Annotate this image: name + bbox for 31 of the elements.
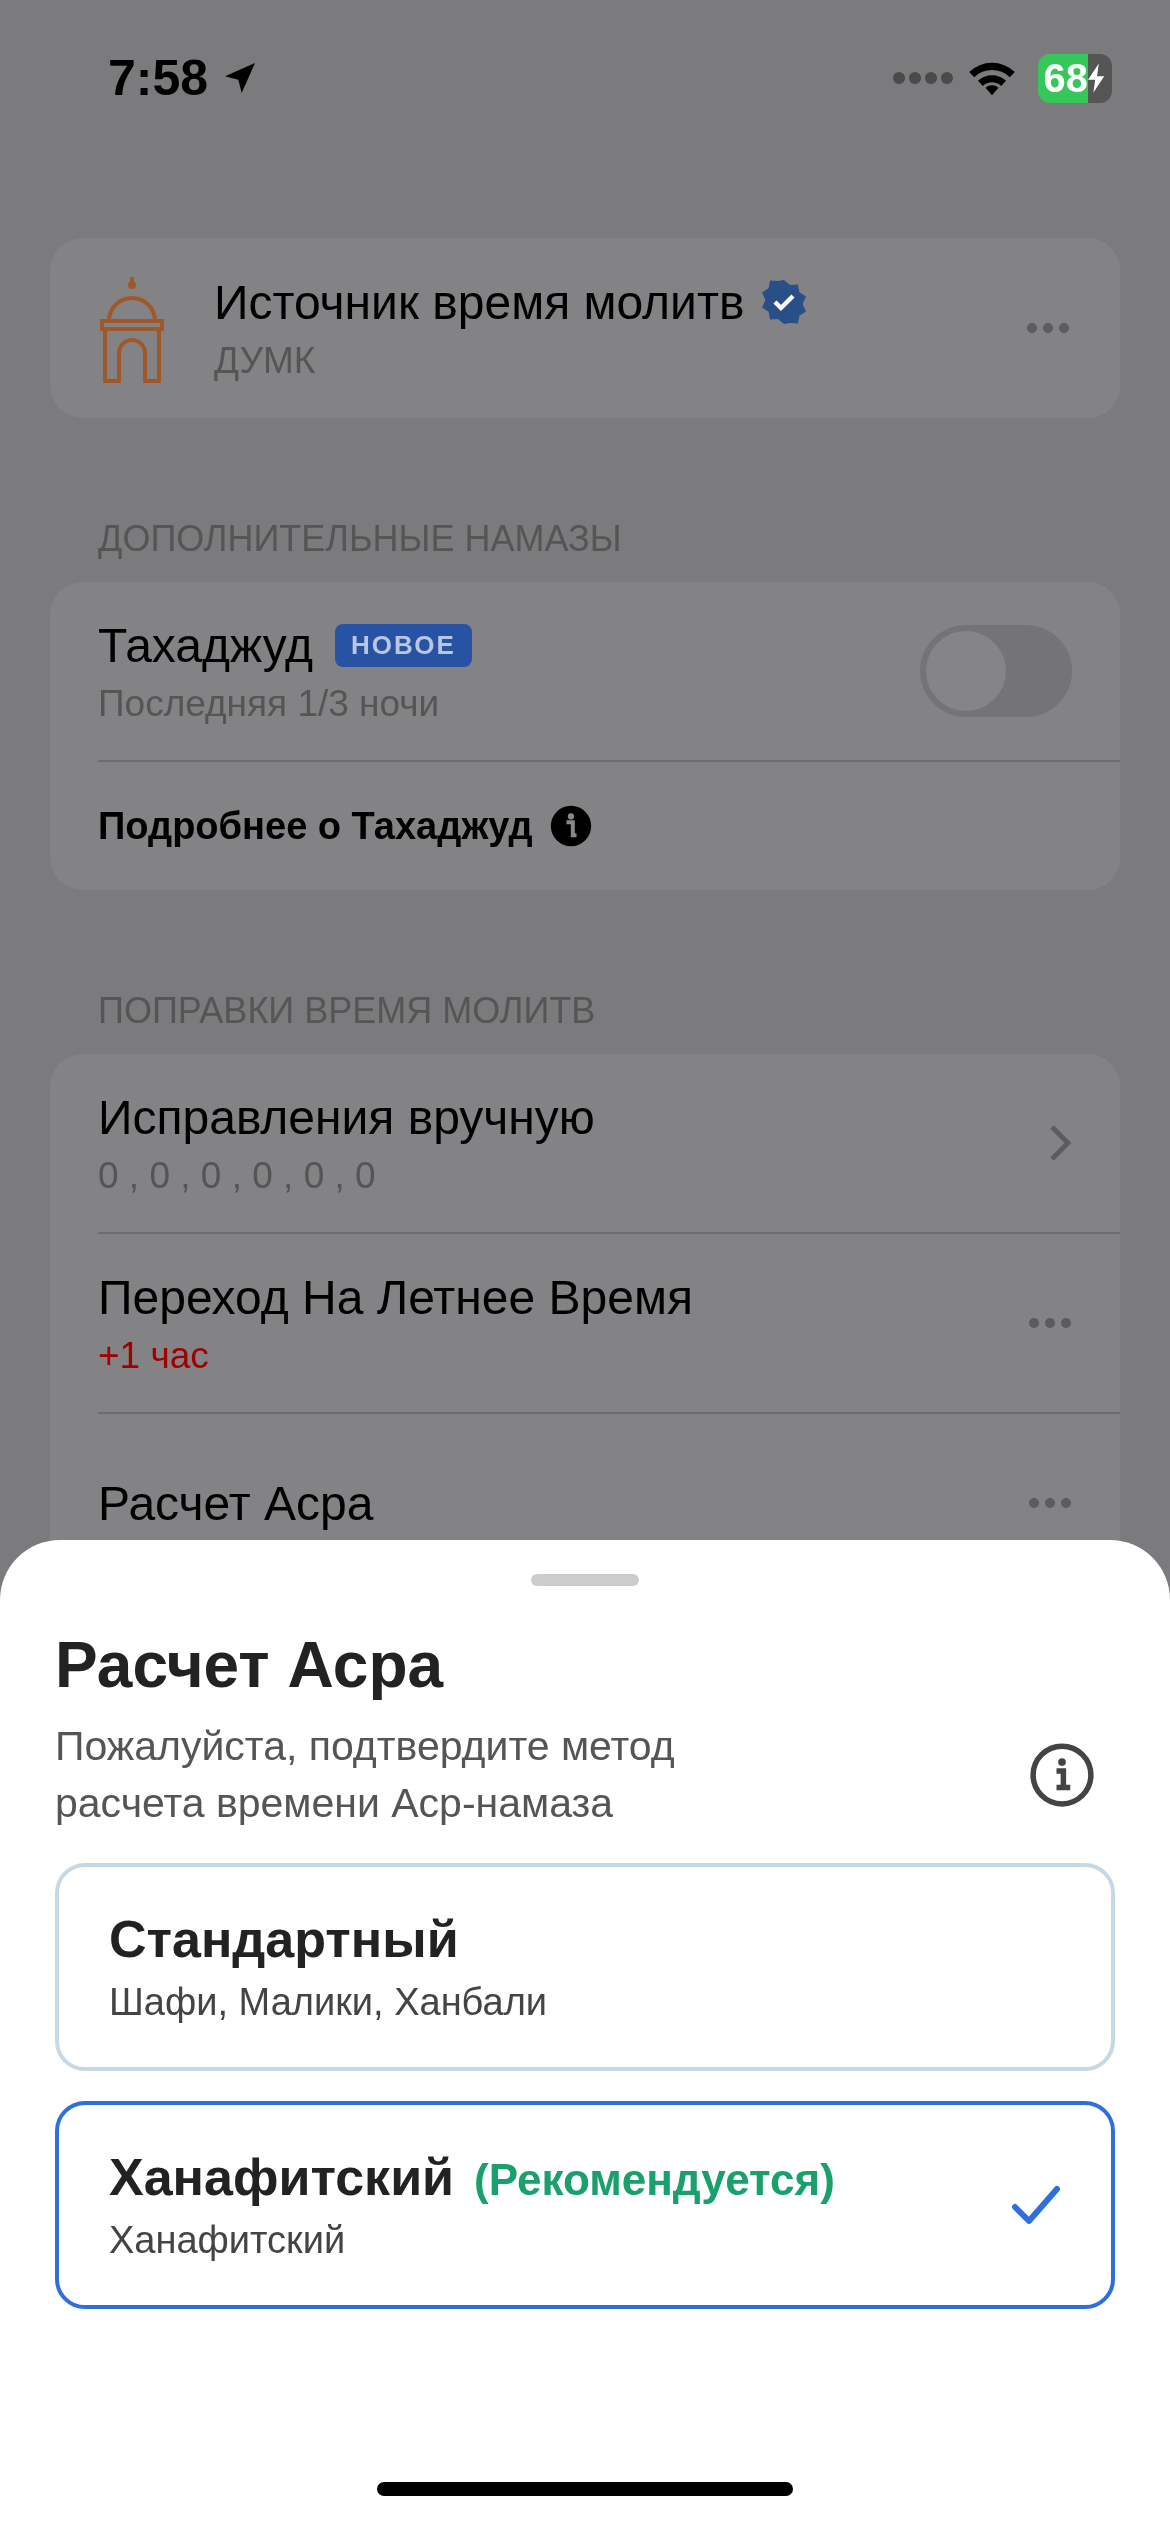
info-icon[interactable] [1029, 1742, 1095, 1809]
info-row[interactable]: Подробнее о Тахаджуд [98, 762, 1120, 890]
row-title: Подробнее о Тахаджуд [98, 804, 533, 848]
status-time: 7:58 [108, 49, 209, 107]
option-subtitle: Ханафитский [109, 2219, 347, 2263]
sheet-handle[interactable] [531, 1574, 639, 1586]
signal-icon [891, 71, 954, 85]
option-card[interactable]: Ханафитский (Рекомендуется) Ханафитский [55, 2100, 1115, 2309]
option-subtitle: Шафи, Малики, Ханбали [109, 1981, 549, 2025]
sheet-description: Пожалуйста, подтвердите метод расчета времени Аср-намаза [55, 1722, 676, 1829]
row-subtitle: +1 час [98, 1334, 210, 1377]
recommended-label: (Рекомендуется) [474, 2155, 835, 2206]
info-icon [548, 804, 593, 848]
battery-indicator: 68 [1037, 53, 1112, 103]
more-icon [1026, 322, 1070, 334]
row-title: Переход На Летнее Время [98, 1269, 693, 1325]
more-icon [1028, 1317, 1072, 1329]
sheet-title: Расчет Асра [55, 1628, 445, 1702]
option-card[interactable]: Стандартный Шафи, Малики, Ханбали [55, 1862, 1115, 2071]
bolt-icon [1088, 63, 1106, 93]
new-badge: НОВОЕ [335, 623, 472, 667]
option-title: Ханафитский [109, 2147, 455, 2208]
source-title: Источник время молитв [214, 274, 745, 330]
chevron-right-icon [1048, 1123, 1072, 1163]
row-title: Исправления вручную [98, 1089, 595, 1145]
row-title: Расчет Асра [98, 1475, 374, 1531]
settings-row[interactable]: Переход На Летнее Время +1 час [98, 1234, 1120, 1414]
row-title: Тахаджуд [98, 617, 314, 673]
option-title: Стандартный [109, 1909, 459, 1970]
verified-badge-icon [760, 278, 809, 326]
more-icon [1028, 1497, 1072, 1509]
